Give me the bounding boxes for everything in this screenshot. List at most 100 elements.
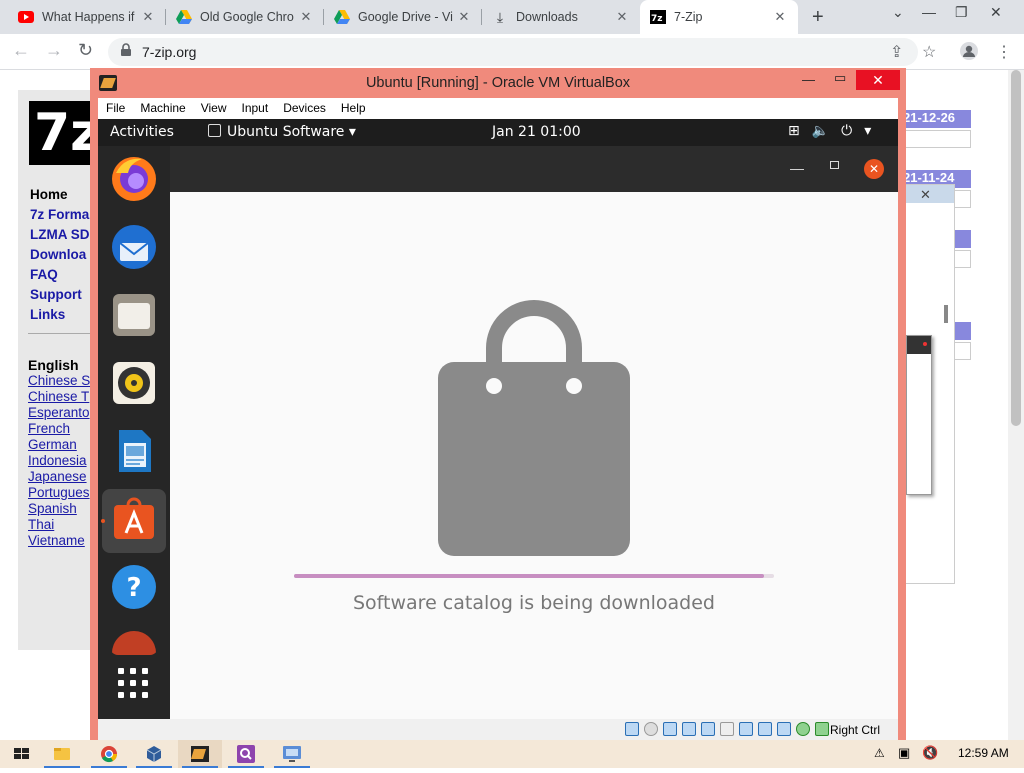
menu-input[interactable]: Input [242, 98, 269, 119]
shared-folders-icon[interactable] [720, 722, 734, 736]
usb-icon[interactable] [701, 722, 715, 736]
minimize-icon[interactable]: — [922, 4, 936, 20]
reload-icon[interactable]: ↻ [78, 40, 93, 61]
bookmark-star-icon[interactable]: ☆ [922, 42, 936, 62]
page-scrollbar[interactable] [1008, 70, 1024, 740]
libreoffice-writer-icon[interactable] [110, 427, 158, 475]
search-app-taskbar-icon[interactable] [224, 740, 268, 768]
maximize-icon[interactable]: ▭ [834, 70, 846, 86]
files-icon[interactable] [110, 291, 158, 339]
dialog-scroll-thumb[interactable] [944, 305, 948, 323]
language-link[interactable]: Japanese [28, 469, 87, 484]
recording-icon[interactable] [758, 722, 772, 736]
address-bar[interactable]: 7-zip.org [108, 38, 918, 66]
menu-file[interactable]: File [106, 98, 125, 119]
close-window-icon[interactable]: ✕ [990, 4, 1002, 21]
cpu-icon[interactable] [777, 722, 791, 736]
language-link[interactable]: Indonesia [28, 453, 87, 468]
firefox-icon[interactable] [110, 155, 158, 203]
file-explorer-taskbar-icon[interactable] [40, 740, 84, 768]
language-link[interactable]: Spanish [28, 501, 77, 516]
new-tab-button[interactable]: + [812, 6, 824, 29]
menu-devices[interactable]: Devices [283, 98, 326, 119]
network-icon[interactable] [682, 722, 696, 736]
close-icon[interactable]: ✕ [920, 187, 931, 203]
tab-search-icon[interactable]: ⌄ [892, 4, 904, 21]
profile-avatar-icon[interactable] [960, 42, 978, 65]
network-warning-icon[interactable]: ⚠ [874, 746, 885, 760]
menu-machine[interactable]: Machine [140, 98, 185, 119]
thunderbird-icon[interactable] [110, 223, 158, 271]
browser-tab[interactable]: Google Drive - Vi ✕ [324, 0, 482, 34]
chrome-taskbar-icon[interactable] [87, 740, 131, 768]
close-icon[interactable]: ✕ [140, 9, 156, 25]
menu-view[interactable]: View [201, 98, 227, 119]
display-icon[interactable] [739, 722, 753, 736]
system-tray[interactable]: ⊞🔈⏻▾ [788, 123, 883, 139]
nav-link-7z-format[interactable]: 7z Forma [30, 207, 89, 222]
activities-button[interactable]: Activities [110, 124, 174, 140]
optical-drive-icon[interactable] [644, 722, 658, 736]
minimize-icon[interactable]: — [802, 72, 815, 87]
nav-link-links[interactable]: Links [30, 307, 65, 322]
restore-icon[interactable]: ❐ [955, 4, 968, 21]
nav-link-support[interactable]: Support [30, 287, 82, 302]
browser-tab-active[interactable]: 7z 7-Zip ✕ [640, 0, 798, 34]
mouse-integration-icon[interactable] [796, 722, 810, 736]
vbox-vm-taskbar-icon[interactable] [178, 740, 222, 768]
minimize-icon[interactable]: — [790, 160, 804, 176]
back-icon[interactable]: ← [12, 40, 30, 61]
vbox-statusbar: Right Ctrl [98, 719, 898, 740]
forward-icon[interactable]: → [45, 40, 63, 61]
language-link[interactable]: German [28, 437, 77, 452]
divider [28, 333, 92, 334]
start-button[interactable] [0, 740, 44, 768]
close-icon[interactable]: ✕ [614, 9, 630, 25]
network-icon: ⊞ [788, 123, 812, 139]
gnome-top-bar: Activities Ubuntu Software ▾ Jan 21 01:0… [98, 119, 898, 146]
scrollbar-thumb[interactable] [1011, 70, 1021, 426]
rhythmbox-icon[interactable] [110, 359, 158, 407]
close-icon[interactable]: ✕ [772, 9, 788, 25]
browser-tab[interactable]: ⤓ Downloads ✕ [482, 0, 640, 34]
top-bar-clock[interactable]: Jan 21 01:00 [492, 124, 581, 140]
close-icon[interactable]: ✕ [456, 9, 472, 25]
shopping-bag-icon [438, 300, 630, 556]
hard-disk-icon[interactable] [625, 722, 639, 736]
app-menu[interactable]: Ubuntu Software ▾ [208, 124, 356, 140]
browser-tab[interactable]: Old Google Chro ✕ [166, 0, 324, 34]
ubuntu-desktop: Activities Ubuntu Software ▾ Jan 21 01:0… [98, 119, 898, 719]
menu-kebab-icon[interactable]: ⋮ [996, 42, 1012, 62]
nav-link-home[interactable]: Home [30, 187, 68, 202]
language-link[interactable]: Esperanto [28, 405, 90, 420]
volume-muted-icon[interactable]: 🔇 [922, 745, 938, 761]
language-link[interactable]: Chinese S [28, 373, 90, 388]
taskbar-clock[interactable]: 12:59 AM [958, 746, 1009, 760]
nav-link-lzma-sdk[interactable]: LZMA SD [30, 227, 90, 242]
url-text: 7-zip.org [142, 44, 197, 60]
ubuntu-store-icon[interactable] [110, 629, 158, 655]
language-link[interactable]: Portugues [28, 485, 90, 500]
maximize-icon[interactable] [830, 161, 839, 169]
language-link[interactable]: Chinese T [28, 389, 89, 404]
audio-icon[interactable] [663, 722, 677, 736]
language-link[interactable]: Vietname [28, 533, 85, 548]
menu-help[interactable]: Help [341, 98, 366, 119]
close-icon[interactable]: ✕ [298, 9, 314, 25]
notification-tray-icon[interactable]: ▣ [898, 745, 910, 761]
language-link[interactable]: French [28, 421, 70, 436]
help-icon[interactable]: ? [110, 563, 158, 611]
language-link[interactable]: Thai [28, 517, 54, 532]
nav-link-faq[interactable]: FAQ [30, 267, 58, 282]
browser-tab[interactable]: What Happens if ✕ [8, 0, 166, 34]
lock-icon [120, 43, 132, 62]
remote-desktop-taskbar-icon[interactable] [270, 740, 314, 768]
virtualbox-taskbar-icon[interactable] [132, 740, 176, 768]
close-button[interactable]: ✕ [864, 159, 884, 179]
show-applications-button[interactable] [118, 668, 150, 700]
share-icon[interactable]: ⇪ [890, 42, 903, 62]
keyboard-icon[interactable] [815, 722, 829, 736]
close-window-button[interactable]: ✕ [856, 70, 900, 90]
nav-link-download[interactable]: Downloa [30, 247, 86, 262]
ubuntu-software-icon[interactable] [110, 495, 158, 543]
